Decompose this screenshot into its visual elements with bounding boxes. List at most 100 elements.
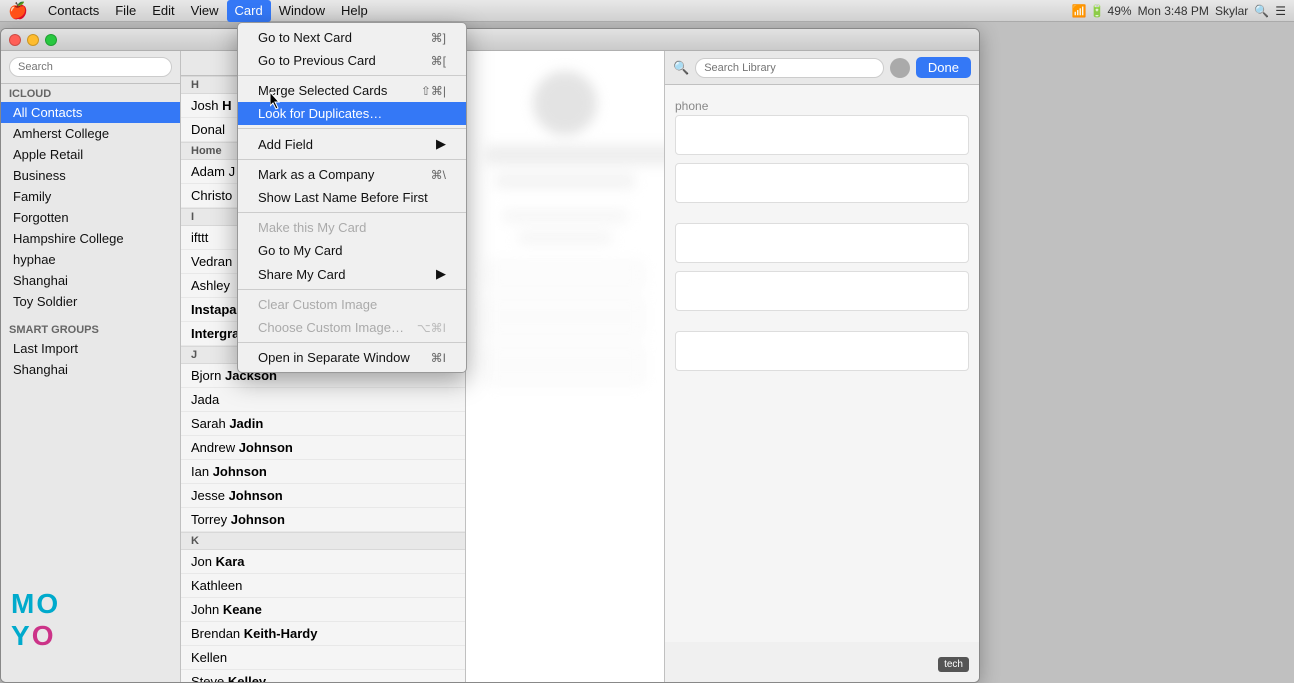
icloud-header: iCloud <box>1 84 180 102</box>
menubar-help[interactable]: Help <box>333 0 376 22</box>
menu-separator <box>238 342 466 343</box>
sidebar-item-hampshire[interactable]: Hampshire College <box>1 228 180 249</box>
menubar-user: Skylar <box>1215 4 1248 18</box>
contact-item[interactable]: Kathleen <box>181 574 465 598</box>
moyo-logo: M O Y O <box>11 588 58 652</box>
menu-icon[interactable]: ☰ <box>1275 4 1286 18</box>
traffic-lights <box>9 34 57 46</box>
menu-label: Choose Custom Image… <box>258 320 404 335</box>
detail-field-2 <box>486 297 644 337</box>
menubar-file[interactable]: File <box>107 0 144 22</box>
battery-icon: 🔋 <box>1090 4 1105 18</box>
menu-label: Show Last Name Before First <box>258 190 428 205</box>
menubar-window[interactable]: Window <box>271 0 333 22</box>
sidebar-item-shanghai[interactable]: Shanghai <box>1 270 180 291</box>
search-icon[interactable]: 🔍 <box>1254 4 1269 18</box>
contact-item[interactable]: Jon Kara <box>181 550 465 574</box>
logo-o1: O <box>36 588 58 620</box>
sidebar-item-last-import[interactable]: Last Import <box>1 338 180 359</box>
menu-item-merge[interactable]: Merge Selected Cards ⇧⌘| <box>238 79 466 102</box>
contact-item[interactable]: Steve Kelley <box>181 670 465 682</box>
menu-item-mark-company[interactable]: Mark as a Company ⌘\ <box>238 163 466 186</box>
app-window: iCloud All Contacts Amherst College Appl… <box>0 28 980 683</box>
menubar-right: 📶 🔋 49% Mon 3:48 PM Skylar 🔍 ☰ <box>1072 4 1286 18</box>
right-panel: 🔍 Done phone tech <box>664 51 979 682</box>
contact-item[interactable]: Kellen <box>181 646 465 670</box>
menu-label: Go to My Card <box>258 243 343 258</box>
section-k: K <box>181 532 465 550</box>
menu-item-go-my-card[interactable]: Go to My Card <box>238 239 466 262</box>
detail-field-1 <box>486 261 644 289</box>
right-panel-field-3 <box>675 223 969 263</box>
menu-separator <box>238 75 466 76</box>
sidebar-search-input[interactable] <box>9 57 172 77</box>
contact-item[interactable]: John Keane <box>181 598 465 622</box>
minimize-button[interactable] <box>27 34 39 46</box>
sidebar-item-apple[interactable]: Apple Retail <box>1 144 180 165</box>
contact-item-ian-johnson[interactable]: Ian Johnson <box>181 460 465 484</box>
menu-separator <box>238 159 466 160</box>
sidebar-item-shanghai-sg[interactable]: Shanghai <box>1 359 180 380</box>
maximize-button[interactable] <box>45 34 57 46</box>
menu-item-show-last-name[interactable]: Show Last Name Before First <box>238 186 466 209</box>
menu-label: Share My Card <box>258 267 345 282</box>
tech-badge: tech <box>938 657 969 672</box>
menu-shortcut: ⌘[ <box>431 54 446 68</box>
menu-item-clear-image: Clear Custom Image <box>238 293 466 316</box>
menubar-card[interactable]: Card <box>227 0 271 22</box>
menubar-contacts[interactable]: Contacts <box>40 0 107 22</box>
right-panel-search-bar: 🔍 Done <box>665 51 979 85</box>
menu-item-add-field[interactable]: Add Field ▶ <box>238 132 466 156</box>
contact-item-andrew-johnson[interactable]: Andrew Johnson <box>181 436 465 460</box>
detail-name-block <box>486 145 644 189</box>
menu-label: Mark as a Company <box>258 167 374 182</box>
menu-shortcut: ⇧⌘| <box>421 84 446 98</box>
done-button[interactable]: Done <box>916 57 971 78</box>
detail-field-3 <box>486 345 644 385</box>
apple-menu[interactable]: 🍎 <box>8 1 28 21</box>
right-panel-field-1 <box>675 115 969 155</box>
menubar-view[interactable]: View <box>183 0 227 22</box>
menu-item-next-card[interactable]: Go to Next Card ⌘] <box>238 26 466 49</box>
menu-separator <box>238 128 466 129</box>
logo-o2: O <box>32 620 54 652</box>
sidebar-item-toysoldier[interactable]: Toy Soldier <box>1 291 180 312</box>
menu-separator <box>238 212 466 213</box>
contact-item-jesse-johnson[interactable]: Jesse Johnson <box>181 484 465 508</box>
menubar-time: Mon 3:48 PM <box>1138 4 1209 18</box>
menu-item-duplicates[interactable]: Look for Duplicates… <box>238 102 466 125</box>
menu-item-make-my-card: Make this My Card <box>238 216 466 239</box>
phone-label: phone <box>675 95 969 115</box>
sidebar-item-hyphae[interactable]: hyphae <box>1 249 180 270</box>
menu-item-choose-image: Choose Custom Image… ⌥⌘I <box>238 316 466 339</box>
close-button[interactable] <box>9 34 21 46</box>
menu-label: Make this My Card <box>258 220 366 235</box>
menu-label: Clear Custom Image <box>258 297 377 312</box>
menu-item-open-separate[interactable]: Open in Separate Window ⌘I <box>238 346 466 369</box>
menu-label: Merge Selected Cards <box>258 83 387 98</box>
right-panel-field-4 <box>675 271 969 311</box>
contact-item-torrey-johnson[interactable]: Torrey Johnson <box>181 508 465 532</box>
sidebar-item-amherst[interactable]: Amherst College <box>1 123 180 144</box>
menu-item-prev-card[interactable]: Go to Previous Card ⌘[ <box>238 49 466 72</box>
menu-shortcut: ⌘] <box>431 31 446 45</box>
contact-item[interactable]: Jada <box>181 388 465 412</box>
app-body: iCloud All Contacts Amherst College Appl… <box>1 51 979 682</box>
sidebar-item-forgotten[interactable]: Forgotten <box>1 207 180 228</box>
menu-label: Add Field <box>258 137 313 152</box>
contact-item[interactable]: Sarah Jadin <box>181 412 465 436</box>
sidebar-item-business[interactable]: Business <box>1 165 180 186</box>
submenu-arrow: ▶ <box>436 266 446 282</box>
contact-item[interactable]: Brendan Keith-Hardy <box>181 622 465 646</box>
menu-label: Go to Next Card <box>258 30 352 45</box>
menu-shortcut: ⌘\ <box>431 168 446 182</box>
menubar-edit[interactable]: Edit <box>144 0 182 22</box>
sidebar-item-family[interactable]: Family <box>1 186 180 207</box>
sidebar-item-all-contacts[interactable]: All Contacts <box>1 102 180 123</box>
menu-item-share-my-card[interactable]: Share My Card ▶ <box>238 262 466 286</box>
smart-groups-header: Smart Groups <box>1 320 180 338</box>
right-panel-field-5 <box>675 331 969 371</box>
submenu-arrow: ▶ <box>436 136 446 152</box>
library-search-input[interactable] <box>695 58 884 78</box>
menu-shortcut: ⌥⌘I <box>417 321 446 335</box>
